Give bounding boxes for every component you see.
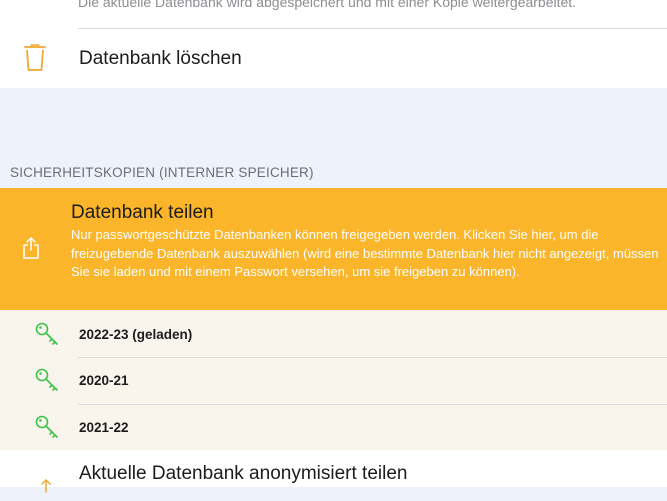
database-label: 2020-21	[79, 373, 129, 388]
anonymous-share-label: Aktuelle Datenbank anonymisiert teilen	[79, 463, 408, 484]
anonymous-share-row[interactable]: Aktuelle Datenbank anonymisiert teilen	[0, 450, 667, 493]
key-icon	[35, 415, 58, 438]
share-icon	[23, 237, 39, 259]
database-label: 2021-22	[79, 420, 129, 435]
delete-database-label: Datenbank löschen	[79, 48, 242, 69]
delete-section: Die aktuelle Datenbank wird abgespeicher…	[0, 0, 667, 88]
database-list: 2022-23 (geladen) 2020-21 2021-22	[0, 310, 667, 450]
delete-database-row[interactable]: Datenbank löschen	[0, 29, 667, 88]
share-icon	[41, 479, 51, 493]
key-icon	[35, 322, 58, 345]
database-label: 2022-23 (geladen)	[79, 327, 193, 342]
share-title: Datenbank teilen	[71, 202, 214, 223]
key-icon	[35, 368, 58, 391]
section-header: SICHERHEITSKOPIEN (INTERNER SPEICHER)	[10, 165, 314, 180]
cutoff-description: Die aktuelle Datenbank wird abgespeicher…	[78, 0, 577, 10]
database-row[interactable]: 2021-22	[0, 405, 667, 451]
database-row[interactable]: 2020-21	[0, 358, 667, 404]
share-description: Nur passwortgeschützte Datenbanken könne…	[71, 227, 659, 279]
database-row[interactable]: 2022-23 (geladen)	[0, 312, 667, 358]
share-database-row[interactable]: Datenbank teilen Nur passwortgeschützte …	[0, 188, 667, 310]
trash-icon	[24, 44, 46, 71]
